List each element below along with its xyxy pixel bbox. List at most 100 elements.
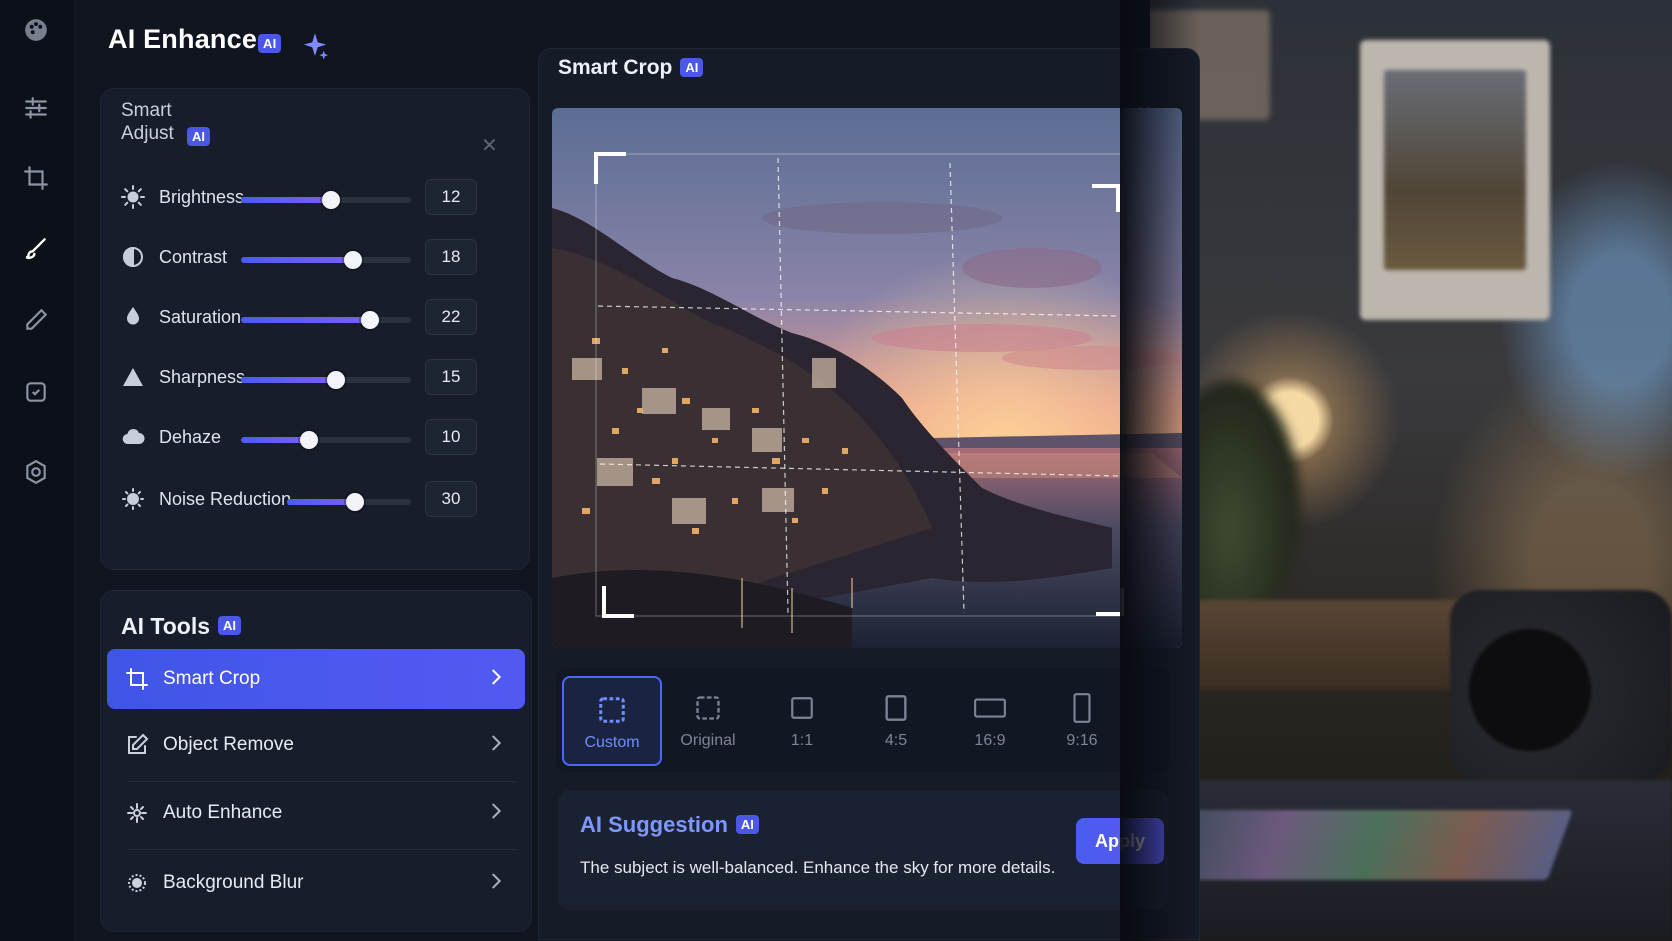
slider-track[interactable] — [241, 371, 411, 389]
cloud-icon — [121, 425, 145, 449]
ai-suggestion-card: AI Suggestion AI The subject is well-bala… — [558, 790, 1168, 910]
value-field[interactable]: 12 — [425, 179, 477, 215]
ai-badge: AI — [680, 57, 704, 77]
slider-dehaze: Dehaze 10 — [121, 417, 513, 461]
value-field[interactable]: 15 — [425, 359, 477, 395]
triangle-icon — [121, 365, 145, 389]
slider-track[interactable] — [241, 311, 411, 329]
slider-knob[interactable] — [300, 431, 318, 449]
ratio-label: Original — [680, 732, 736, 749]
smart-crop-title: Smart Crop AI — [558, 56, 704, 80]
slider-knob[interactable] — [327, 371, 346, 389]
ai-chip-icon[interactable] — [22, 378, 50, 406]
ai-tools-title-text: AI Tools — [121, 613, 211, 639]
tool-label: Smart Crop — [163, 668, 261, 689]
tool-background-blur[interactable]: Background Blur — [107, 853, 525, 913]
aspect-ratio-bar: Custom Original 1:1 4:5 16:9 9:16 — [556, 668, 1170, 772]
slider-knob[interactable] — [346, 493, 365, 511]
tool-label: Object Remove — [163, 734, 294, 755]
chevron-right-icon — [485, 800, 507, 822]
app-title: AI Enhance AI — [108, 24, 282, 55]
noise-icon — [121, 487, 145, 511]
smart-adjust-panel: Smart Adjust AI ✕ Brightness 12 Contrast… — [100, 88, 530, 570]
crop-overlay — [594, 152, 1124, 618]
custom-crop-icon — [597, 694, 627, 726]
tool-auto-enhance[interactable]: Auto Enhance — [107, 783, 525, 843]
ai-tools-title: AI Tools AI — [121, 613, 242, 640]
value-field[interactable]: 22 — [425, 299, 477, 335]
slider-track[interactable] — [241, 431, 411, 449]
tool-object-remove[interactable]: Object Remove — [107, 715, 525, 775]
chevron-right-icon — [485, 732, 507, 754]
ai-badge: AI — [258, 34, 282, 53]
slider-knob[interactable] — [344, 251, 363, 269]
tall-ratio-icon — [1072, 692, 1092, 724]
divider — [127, 849, 517, 850]
settings-icon[interactable] — [22, 458, 50, 486]
slider-label: Saturation — [159, 307, 242, 327]
value-field[interactable]: 30 — [425, 481, 477, 517]
blur-icon — [125, 871, 149, 895]
slider-track[interactable] — [241, 251, 411, 269]
crop-icon[interactable] — [22, 164, 50, 192]
ai-suggestion-title-text: AI Suggestion — [580, 812, 728, 837]
ratio-original[interactable]: Original — [660, 676, 756, 762]
original-ratio-icon — [694, 692, 722, 724]
slider-track[interactable] — [241, 191, 411, 209]
value-field[interactable]: 18 — [425, 239, 477, 275]
slider-sharpness: Sharpness 15 — [121, 357, 513, 401]
droplet-icon — [121, 305, 145, 329]
smart-adjust-title-line1: Smart — [121, 100, 172, 121]
slider-label: Sharpness — [159, 367, 246, 387]
square-ratio-icon — [789, 692, 815, 724]
smart-adjust-title: Smart Adjust AI — [121, 99, 210, 146]
ratio-9-16[interactable]: 9:16 — [1034, 676, 1130, 762]
palette-icon[interactable] — [22, 16, 50, 44]
chevron-right-icon — [485, 666, 507, 688]
portrait-ratio-icon — [884, 692, 908, 724]
sun-icon — [121, 185, 145, 209]
slider-label: Brightness — [159, 187, 245, 207]
ai-tools-panel: AI Tools AI Smart Crop Object Remove Auto… — [100, 590, 532, 932]
ai-suggestion-text: The subject is well-balanced. Enhance th… — [580, 858, 1056, 877]
ratio-label: 4:5 — [884, 732, 908, 749]
divider — [127, 781, 517, 782]
tablet — [1150, 780, 1672, 941]
ratio-16-9[interactable]: 16:9 — [942, 676, 1038, 762]
sliders-icon[interactable] — [22, 94, 50, 122]
ai-suggestion-title: AI Suggestion AI — [580, 812, 759, 838]
smart-adjust-title-line2: Adjust — [121, 123, 174, 144]
ratio-4-5[interactable]: 4:5 — [848, 676, 944, 762]
ratio-label: 1:1 — [790, 732, 814, 749]
slider-label: Dehaze — [159, 427, 222, 447]
slider-contrast: Contrast 18 — [121, 237, 513, 281]
ai-badge: AI — [187, 127, 210, 146]
contrast-icon — [121, 245, 145, 269]
value-field[interactable]: 10 — [425, 419, 477, 455]
wall-picture-frame — [1360, 40, 1550, 320]
smart-crop-title-text: Smart Crop — [558, 56, 673, 79]
ai-badge: AI — [735, 814, 759, 834]
camera — [1450, 590, 1672, 780]
app-window: AI Enhance AI Smart Adjust AI ✕ Brightne… — [0, 0, 1200, 941]
crop-canvas[interactable] — [552, 108, 1182, 648]
slider-track[interactable] — [287, 493, 411, 511]
tool-label: Background Blur — [163, 872, 304, 893]
close-icon[interactable]: ✕ — [481, 133, 498, 158]
ratio-custom[interactable]: Custom — [562, 676, 662, 766]
pen-icon[interactable] — [22, 306, 50, 334]
ratio-label: Custom — [584, 734, 640, 751]
crop-corner-handles[interactable] — [594, 152, 1124, 618]
slider-noise-reduction: Noise Reduction 30 — [121, 479, 513, 523]
edit-box-icon — [125, 733, 149, 757]
brush-icon[interactable] — [22, 234, 50, 262]
slider-knob[interactable] — [361, 311, 380, 329]
ai-badge: AI — [218, 616, 242, 636]
tool-smart-crop[interactable]: Smart Crop — [107, 649, 525, 709]
slider-brightness: Brightness 12 — [121, 177, 513, 221]
ratio-1-1[interactable]: 1:1 — [754, 676, 850, 762]
app-title-text: AI Enhance — [108, 24, 258, 54]
slider-knob[interactable] — [322, 191, 341, 209]
slider-saturation: Saturation 22 — [121, 297, 513, 341]
ratio-label: 9:16 — [1066, 732, 1098, 749]
